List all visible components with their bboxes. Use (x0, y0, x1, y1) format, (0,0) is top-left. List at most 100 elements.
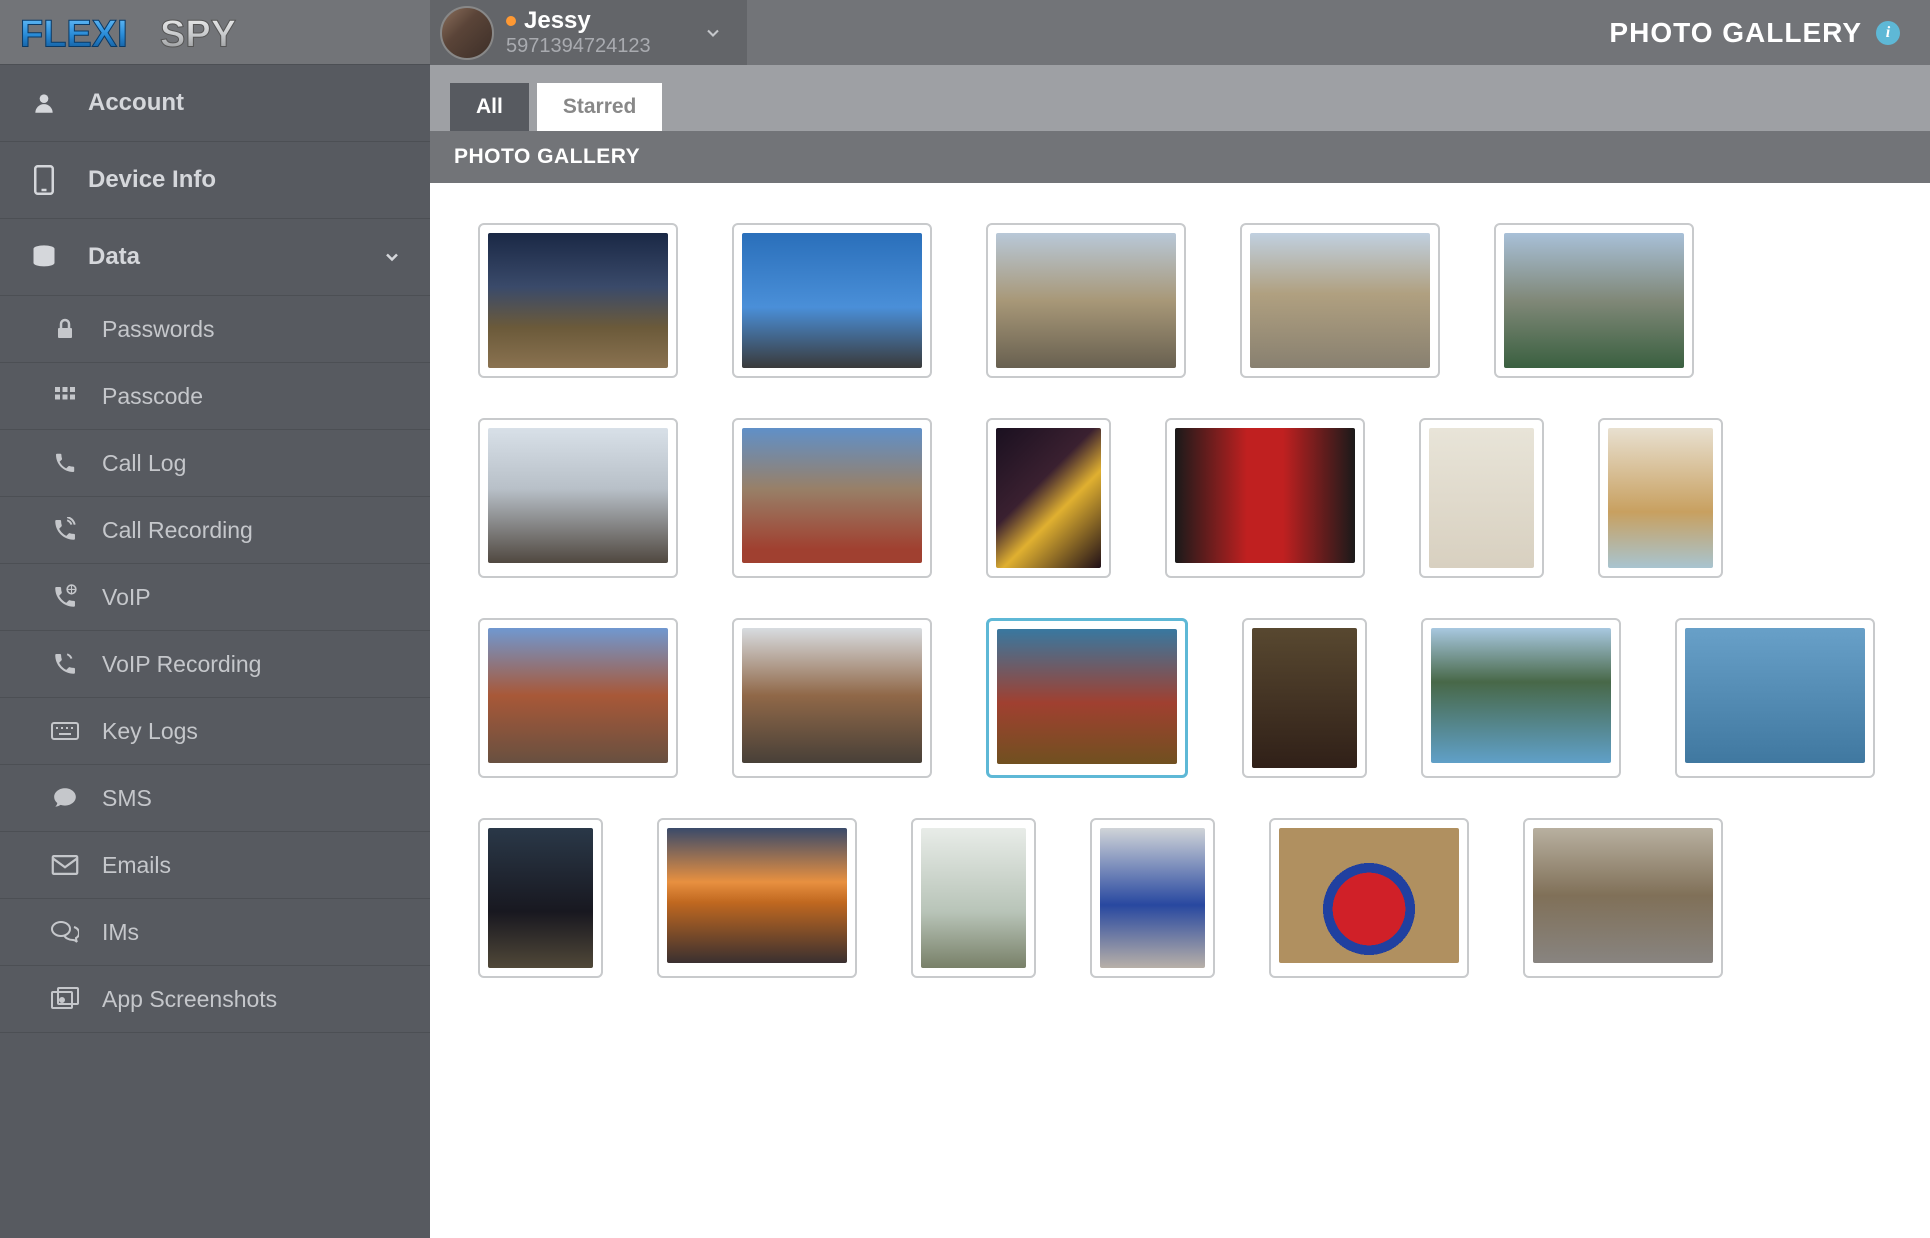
sidebar-sub-label: SMS (102, 785, 152, 812)
sidebar-sub-ims[interactable]: IMs (0, 899, 430, 966)
chats-icon (50, 917, 80, 947)
sidebar-sub-app-screenshots[interactable]: App Screenshots (0, 966, 430, 1033)
photo-image (1250, 233, 1430, 368)
photo-image (742, 428, 922, 563)
photo-thumbnail[interactable] (1419, 418, 1544, 578)
sidebar-sub-call-log[interactable]: Call Log (0, 430, 430, 497)
user-name: Jessy (524, 7, 591, 35)
chat-icon (50, 783, 80, 813)
photo-thumbnail[interactable] (911, 818, 1036, 978)
photo-image (921, 828, 1026, 968)
sidebar-item-label: Account (88, 89, 184, 117)
photo-thumbnail[interactable] (732, 418, 932, 578)
brand-logo[interactable]: FLEXI SPY (0, 0, 430, 65)
sidebar-sub-voip-recording[interactable]: VoIP Recording (0, 631, 430, 698)
photo-thumbnail[interactable] (1598, 418, 1723, 578)
photo-thumbnail[interactable] (478, 223, 678, 378)
phone-wave-icon (50, 515, 80, 545)
envelope-icon (50, 850, 80, 880)
photo-image (488, 428, 668, 563)
sidebar: FLEXI SPY Account Device Info Data Passw… (0, 0, 430, 1238)
main-content: Jessy 5971394724123 PHOTO GALLERY i All … (430, 0, 1930, 1238)
photo-image (1431, 628, 1611, 763)
gallery-row (478, 418, 1882, 578)
phone-globe-icon (50, 582, 80, 612)
gallery-row (478, 818, 1882, 978)
sidebar-sub-label: Call Recording (102, 517, 253, 544)
svg-text:SPY: SPY (160, 13, 236, 55)
sidebar-sub-voip[interactable]: VoIP (0, 564, 430, 631)
photo-thumbnail[interactable] (657, 818, 857, 978)
gallery (430, 183, 1930, 1238)
phone-record-icon (50, 649, 80, 679)
photo-image (996, 233, 1176, 368)
photo-thumbnail[interactable] (478, 818, 603, 978)
photo-image (1533, 828, 1713, 963)
photo-thumbnail[interactable] (1523, 818, 1723, 978)
photo-image (667, 828, 847, 963)
photo-thumbnail[interactable] (1421, 618, 1621, 778)
photo-image (1685, 628, 1865, 763)
info-icon[interactable]: i (1876, 21, 1900, 45)
svg-text:FLEXI: FLEXI (20, 13, 128, 55)
data-submenu: Passwords Passcode Call Log Call Recordi… (0, 296, 430, 1033)
sidebar-sub-label: Call Log (102, 450, 186, 477)
sidebar-sub-emails[interactable]: Emails (0, 832, 430, 899)
tab-bar: All Starred (430, 65, 1930, 131)
sidebar-item-account[interactable]: Account (0, 65, 430, 142)
page-title: PHOTO GALLERY (1609, 17, 1862, 49)
user-dropdown[interactable]: Jessy 5971394724123 (430, 0, 747, 65)
sidebar-item-device-info[interactable]: Device Info (0, 142, 430, 219)
photo-thumbnail[interactable] (1494, 223, 1694, 378)
photo-thumbnail[interactable] (986, 223, 1186, 378)
photo-image (1279, 828, 1459, 963)
topbar-right: PHOTO GALLERY i (747, 0, 1930, 65)
photo-thumbnail[interactable] (1675, 618, 1875, 778)
database-icon (28, 241, 60, 273)
tab-starred[interactable]: Starred (537, 83, 663, 131)
photo-image (488, 628, 668, 763)
user-icon (28, 87, 60, 119)
photo-image (1252, 628, 1357, 768)
sidebar-sub-label: IMs (102, 919, 139, 946)
photo-image (742, 628, 922, 763)
avatar (440, 6, 494, 60)
sidebar-sub-call-recording[interactable]: Call Recording (0, 497, 430, 564)
sidebar-sub-label: Passcode (102, 383, 203, 410)
device-icon (28, 164, 60, 196)
photo-image (1429, 428, 1534, 568)
photo-thumbnail[interactable] (1242, 618, 1367, 778)
sidebar-sub-label: VoIP (102, 584, 151, 611)
topbar: Jessy 5971394724123 PHOTO GALLERY i (430, 0, 1930, 65)
photo-thumbnail[interactable] (478, 418, 678, 578)
phone-icon (50, 448, 80, 478)
photo-thumbnail[interactable] (986, 418, 1111, 578)
tab-all[interactable]: All (450, 83, 529, 131)
photo-image (1504, 233, 1684, 368)
photo-thumbnail[interactable] (986, 618, 1188, 778)
photo-thumbnail[interactable] (732, 618, 932, 778)
sidebar-sub-sms[interactable]: SMS (0, 765, 430, 832)
screenshot-icon (50, 984, 80, 1014)
sidebar-sub-passwords[interactable]: Passwords (0, 296, 430, 363)
photo-thumbnail[interactable] (1165, 418, 1365, 578)
sidebar-item-data[interactable]: Data (0, 219, 430, 296)
sidebar-item-label: Data (88, 243, 140, 271)
photo-thumbnail[interactable] (732, 223, 932, 378)
photo-image (1175, 428, 1355, 563)
photo-thumbnail[interactable] (1090, 818, 1215, 978)
sidebar-item-label: Device Info (88, 166, 216, 194)
photo-thumbnail[interactable] (1269, 818, 1469, 978)
chevron-down-icon (703, 23, 723, 43)
gallery-row (478, 223, 1882, 378)
sidebar-sub-passcode[interactable]: Passcode (0, 363, 430, 430)
sidebar-sub-label: Emails (102, 852, 171, 879)
photo-thumbnail[interactable] (1240, 223, 1440, 378)
sidebar-sub-key-logs[interactable]: Key Logs (0, 698, 430, 765)
chevron-down-icon (382, 247, 402, 267)
photo-thumbnail[interactable] (478, 618, 678, 778)
section-header: PHOTO GALLERY (430, 131, 1930, 183)
keypad-icon (50, 381, 80, 411)
lock-icon (50, 314, 80, 344)
photo-image (1100, 828, 1205, 968)
